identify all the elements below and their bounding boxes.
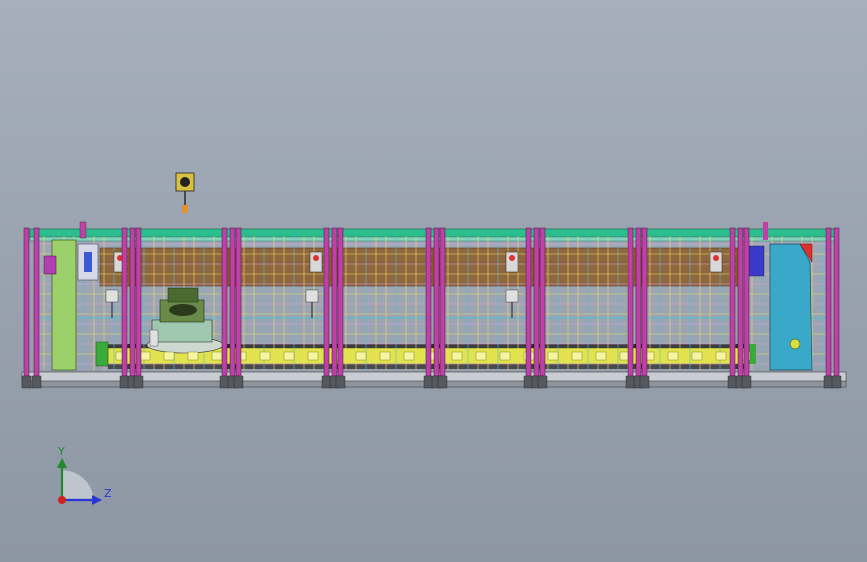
fence-post (235, 227, 242, 377)
post-foot (727, 375, 738, 389)
conveyor-roller (163, 351, 175, 361)
fence-post (229, 227, 236, 377)
post-foot (133, 375, 144, 389)
post-foot (119, 375, 130, 389)
fence-post (331, 227, 338, 377)
post-foot (639, 375, 650, 389)
conveyor-roller (355, 351, 367, 361)
beam-clamp-dot (509, 255, 515, 261)
post-foot (21, 375, 32, 389)
post-foot (523, 375, 534, 389)
post-foot (437, 375, 448, 389)
conveyor-roller (547, 351, 559, 361)
beam-clamp-dot (713, 255, 719, 261)
y-axis-label: Y (57, 445, 65, 458)
post-foot (219, 375, 230, 389)
post-foot (831, 375, 842, 389)
conveyor-roller (595, 351, 607, 361)
conveyor-roller (571, 351, 583, 361)
conveyor-roller (307, 351, 319, 361)
fence-post (121, 227, 128, 377)
fence-post (323, 227, 330, 377)
post-foot (335, 375, 346, 389)
conveyor-roller (499, 351, 511, 361)
post-foot (423, 375, 434, 389)
conveyor-roller (691, 351, 703, 361)
sensor-block (505, 289, 519, 303)
post-foot (321, 375, 332, 389)
fence-post (539, 227, 546, 377)
fence-post (743, 227, 750, 377)
beam-clamp-dot (313, 255, 319, 261)
conveyor-roller (667, 351, 679, 361)
post-foot (537, 375, 548, 389)
sensor-block (305, 289, 319, 303)
post-foot (31, 375, 42, 389)
conveyor-roller (403, 351, 415, 361)
conveyor-roller (283, 351, 295, 361)
post-foot (233, 375, 244, 389)
fence-post (337, 227, 344, 377)
fence-post (641, 227, 648, 377)
fence-post (825, 227, 832, 377)
x-axis-dot (58, 496, 66, 504)
conveyor-roller (259, 351, 271, 361)
cad-viewport[interactable]: Y Z (0, 0, 867, 562)
fence-post (135, 227, 142, 377)
conveyor-roller (379, 351, 391, 361)
post-foot (625, 375, 636, 389)
conveyor-roller (715, 351, 727, 361)
fence-post (533, 227, 540, 377)
fence-post (425, 227, 432, 377)
fence-post (525, 227, 532, 377)
fence-post (433, 227, 440, 377)
conveyor-roller (211, 351, 223, 361)
mesh-panel (338, 236, 432, 370)
conveyor-roller (187, 351, 199, 361)
mesh-panel (540, 236, 634, 370)
post-foot (823, 375, 834, 389)
conveyor-roller (475, 351, 487, 361)
fence-post (737, 227, 744, 377)
fence-post (439, 227, 446, 377)
fence-post (635, 227, 642, 377)
fence-post (33, 227, 40, 377)
hanging-pendant-icon (175, 172, 195, 213)
axis-triad: Y Z (57, 445, 112, 505)
fence-post (833, 227, 840, 377)
fence-post (23, 227, 30, 377)
fence-post (221, 227, 228, 377)
fence-post (129, 227, 136, 377)
fence-post (627, 227, 634, 377)
conveyor-roller (139, 351, 151, 361)
post-foot (741, 375, 752, 389)
conveyor-roller (451, 351, 463, 361)
sensor-block (105, 289, 119, 303)
fence-post (729, 227, 736, 377)
z-axis-label: Z (104, 487, 112, 500)
